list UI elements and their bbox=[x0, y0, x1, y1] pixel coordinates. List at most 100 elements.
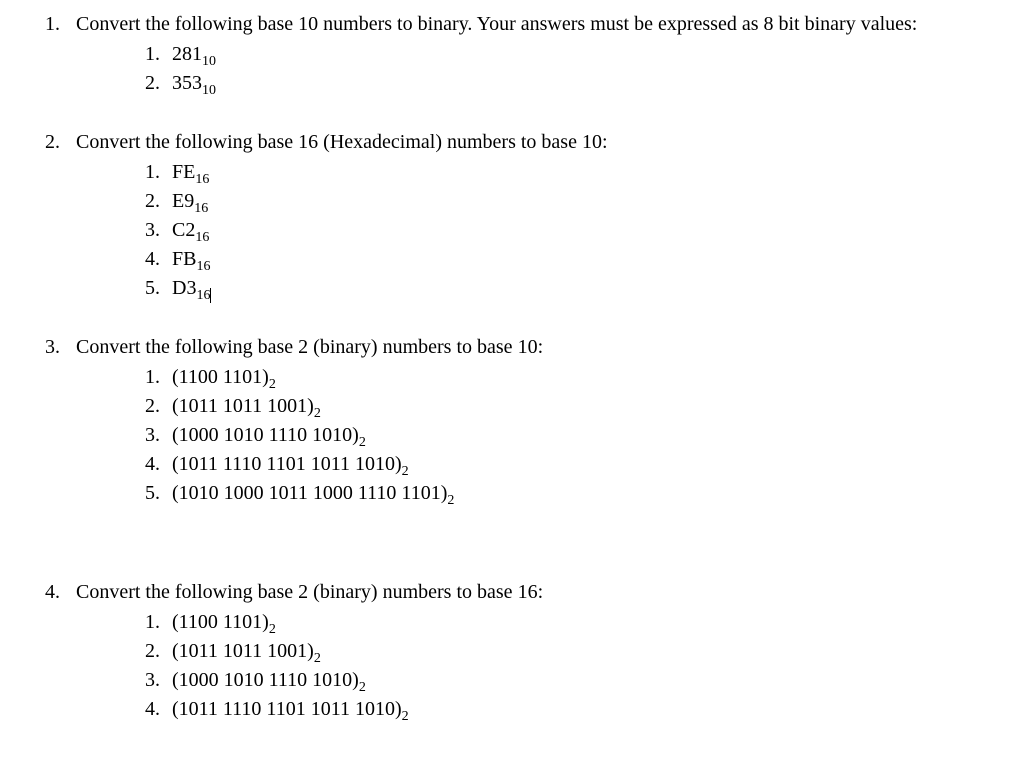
subitem-value: FB bbox=[172, 248, 196, 270]
subscript: 2 bbox=[314, 406, 321, 421]
subscript: 16 bbox=[194, 201, 208, 216]
subitem-text: 35310 bbox=[172, 69, 994, 97]
question-text: Convert the following base 2 (binary) nu… bbox=[76, 578, 994, 606]
question-3: 3. Convert the following base 2 (binary)… bbox=[20, 333, 994, 508]
subitem-value: D3 bbox=[172, 277, 196, 299]
list-item: 4. (1011 1110 1101 1011 1010)2 bbox=[136, 695, 994, 723]
list-item: 3. (1000 1010 1110 1010)2 bbox=[136, 666, 994, 694]
list-item: 1. 28110 bbox=[136, 40, 994, 68]
subscript: 2 bbox=[359, 435, 366, 450]
question-row: 2. Convert the following base 16 (Hexade… bbox=[20, 128, 994, 303]
subitem-value: (1011 1011 1001) bbox=[172, 395, 314, 417]
subscript: 2 bbox=[447, 493, 454, 508]
question-2: 2. Convert the following base 16 (Hexade… bbox=[20, 128, 994, 303]
question-text: Convert the following base 10 numbers to… bbox=[76, 10, 994, 38]
list-item: 3. C216 bbox=[136, 216, 994, 244]
subitem-text: C216 bbox=[172, 216, 994, 244]
question-body: Convert the following base 16 (Hexadecim… bbox=[76, 128, 994, 303]
subscript: 2 bbox=[359, 680, 366, 695]
sublist: 1. 28110 2. 35310 bbox=[136, 40, 994, 97]
question-body: Convert the following base 2 (binary) nu… bbox=[76, 578, 994, 724]
subitem-number: 5. bbox=[136, 479, 172, 507]
subscript: 2 bbox=[269, 622, 276, 637]
subscript: 16 bbox=[196, 259, 210, 274]
subitem-value: (1000 1010 1110 1010) bbox=[172, 424, 359, 446]
sublist: 1. (1100 1101)2 2. (1011 1011 1001)2 3. … bbox=[136, 608, 994, 723]
subitem-text: (1000 1010 1110 1010)2 bbox=[172, 666, 994, 694]
subitem-number: 4. bbox=[136, 450, 172, 478]
subscript: 2 bbox=[402, 709, 409, 724]
subitem-number: 3. bbox=[136, 421, 172, 449]
subitem-value: (1010 1000 1011 1000 1110 1101) bbox=[172, 482, 447, 504]
subitem-value: 281 bbox=[172, 43, 202, 65]
question-row: 3. Convert the following base 2 (binary)… bbox=[20, 333, 994, 508]
subitem-text: FB16 bbox=[172, 245, 994, 273]
question-text: Convert the following base 2 (binary) nu… bbox=[76, 333, 994, 361]
list-item: 2. E916 bbox=[136, 187, 994, 215]
subscript: 10 bbox=[202, 83, 216, 98]
subitem-number: 4. bbox=[136, 245, 172, 273]
subitem-number: 1. bbox=[136, 363, 172, 391]
subitem-value: (1100 1101) bbox=[172, 366, 269, 388]
question-row: 1. Convert the following base 10 numbers… bbox=[20, 10, 994, 98]
subitem-number: 1. bbox=[136, 158, 172, 186]
question-number: 4. bbox=[20, 578, 76, 606]
subscript: 16 bbox=[195, 172, 209, 187]
subitem-text: (1100 1101)2 bbox=[172, 363, 994, 391]
subscript: 2 bbox=[269, 377, 276, 392]
subscript: 16 bbox=[195, 230, 209, 245]
subitem-text: E916 bbox=[172, 187, 994, 215]
subscript: 16 bbox=[196, 288, 211, 303]
subitem-text: (1011 1110 1101 1011 1010)2 bbox=[172, 695, 994, 723]
subitem-text: D316 bbox=[172, 274, 994, 302]
list-item: 2. (1011 1011 1001)2 bbox=[136, 392, 994, 420]
subitem-value: (1100 1101) bbox=[172, 611, 269, 633]
list-item: 2. (1011 1011 1001)2 bbox=[136, 637, 994, 665]
subitem-value: 353 bbox=[172, 72, 202, 94]
subitem-text: FE16 bbox=[172, 158, 994, 186]
question-1: 1. Convert the following base 10 numbers… bbox=[20, 10, 994, 98]
subitem-value: (1000 1010 1110 1010) bbox=[172, 669, 359, 691]
question-body: Convert the following base 2 (binary) nu… bbox=[76, 333, 994, 508]
list-item: 1. (1100 1101)2 bbox=[136, 608, 994, 636]
subitem-number: 3. bbox=[136, 216, 172, 244]
list-item: 4. FB16 bbox=[136, 245, 994, 273]
sublist: 1. (1100 1101)2 2. (1011 1011 1001)2 3. … bbox=[136, 363, 994, 507]
question-number: 2. bbox=[20, 128, 76, 156]
list-item: 5. D316 bbox=[136, 274, 994, 302]
subitem-value: (1011 1110 1101 1011 1010) bbox=[172, 698, 402, 720]
list-item: 2. 35310 bbox=[136, 69, 994, 97]
subitem-number: 2. bbox=[136, 392, 172, 420]
subitem-number: 2. bbox=[136, 69, 172, 97]
question-number: 1. bbox=[20, 10, 76, 38]
subitem-text: 28110 bbox=[172, 40, 994, 68]
question-4: 4. Convert the following base 2 (binary)… bbox=[20, 578, 994, 724]
list-item: 3. (1000 1010 1110 1010)2 bbox=[136, 421, 994, 449]
subitem-text: (1011 1011 1001)2 bbox=[172, 392, 994, 420]
subitem-number: 1. bbox=[136, 608, 172, 636]
subitem-value: FE bbox=[172, 161, 195, 183]
list-item: 4. (1011 1110 1101 1011 1010)2 bbox=[136, 450, 994, 478]
list-item: 1. (1100 1101)2 bbox=[136, 363, 994, 391]
subitem-text: (1010 1000 1011 1000 1110 1101)2 bbox=[172, 479, 994, 507]
subitem-text: (1000 1010 1110 1010)2 bbox=[172, 421, 994, 449]
question-number: 3. bbox=[20, 333, 76, 361]
subitem-value: (1011 1110 1101 1011 1010) bbox=[172, 453, 402, 475]
subitem-number: 2. bbox=[136, 187, 172, 215]
question-text: Convert the following base 16 (Hexadecim… bbox=[76, 128, 994, 156]
question-body: Convert the following base 10 numbers to… bbox=[76, 10, 994, 98]
subitem-value: C2 bbox=[172, 219, 195, 241]
list-item: 1. FE16 bbox=[136, 158, 994, 186]
subitem-number: 5. bbox=[136, 274, 172, 302]
subitem-text: (1011 1110 1101 1011 1010)2 bbox=[172, 450, 994, 478]
subscript: 2 bbox=[402, 464, 409, 479]
subitem-value: (1011 1011 1001) bbox=[172, 640, 314, 662]
subitem-number: 4. bbox=[136, 695, 172, 723]
subitem-number: 2. bbox=[136, 637, 172, 665]
list-item: 5. (1010 1000 1011 1000 1110 1101)2 bbox=[136, 479, 994, 507]
subitem-number: 3. bbox=[136, 666, 172, 694]
question-row: 4. Convert the following base 2 (binary)… bbox=[20, 578, 994, 724]
sublist: 1. FE16 2. E916 3. C216 4. FB16 5. D31 bbox=[136, 158, 994, 302]
subscript: 2 bbox=[314, 651, 321, 666]
subitem-text: (1011 1011 1001)2 bbox=[172, 637, 994, 665]
